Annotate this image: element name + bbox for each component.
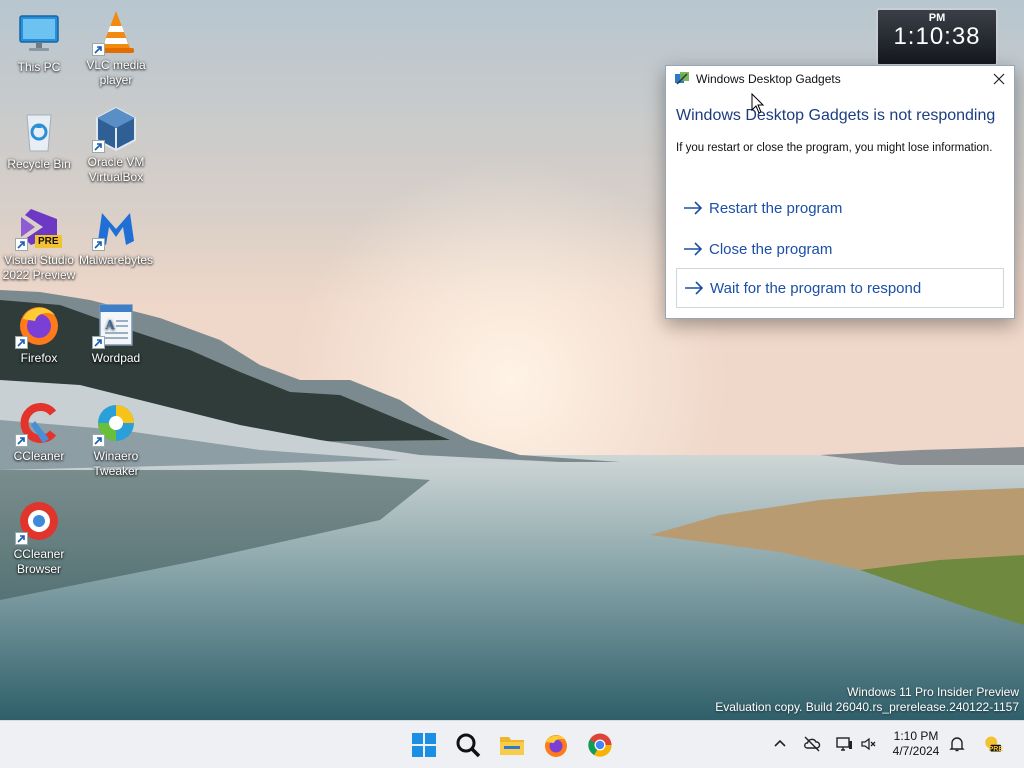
shortcut-arrow-icon (15, 434, 28, 447)
desktop-icon-virtualbox[interactable]: Oracle VM VirtualBox (77, 105, 155, 185)
desktop-icon-firefox[interactable]: Firefox (0, 301, 78, 366)
monitor-icon (15, 10, 63, 58)
shortcut-arrow-icon (15, 532, 28, 545)
gadgets-app-icon (674, 71, 690, 87)
pre-badge-text: PRE (988, 746, 1003, 753)
malwarebytes-icon (92, 203, 140, 251)
vlc-cone-icon (92, 8, 140, 56)
shortcut-arrow-icon (92, 43, 105, 56)
close-program-button[interactable]: Close the program (676, 230, 1004, 268)
network-icon (836, 737, 852, 751)
desktop-icon-label: Visual Studio 2022 Preview (2, 253, 76, 282)
file-explorer-button[interactable] (496, 729, 528, 761)
taskbar: 1:10 PM 4/7/2024 PRE (0, 720, 1024, 768)
desktop-icon-label: Wordpad (91, 351, 141, 365)
arrow-right-icon (684, 242, 703, 256)
speaker-muted-icon (861, 737, 876, 751)
close-icon (993, 73, 1005, 85)
chrome-icon (588, 733, 612, 757)
shortcut-arrow-icon (15, 238, 28, 251)
desktop-icon-winaero-tweaker[interactable]: Winaero Tweaker (77, 399, 155, 479)
dialog-close-button[interactable] (984, 66, 1014, 92)
shortcut-arrow-icon (92, 434, 105, 447)
recycle-bin-icon (15, 107, 63, 155)
desktop-icon-label: Firefox (20, 351, 58, 365)
virtualbox-cube-icon (92, 105, 140, 153)
desktop-icon-label: Winaero Tweaker (93, 449, 139, 478)
shortcut-arrow-icon (92, 140, 105, 153)
clock-gadget-time: 1:10:38 (893, 23, 981, 50)
watermark-edition: Windows 11 Pro Insider Preview (847, 685, 1019, 699)
chrome-taskbar-button[interactable] (584, 729, 616, 761)
start-button[interactable] (408, 729, 440, 761)
search-button[interactable] (452, 729, 484, 761)
search-icon (456, 733, 481, 758)
file-explorer-icon (500, 737, 524, 755)
firefox-icon (15, 301, 63, 349)
wordpad-icon: A (92, 301, 140, 349)
desktop-icon-wordpad[interactable]: A Wordpad (77, 301, 155, 366)
shortcut-arrow-icon (92, 238, 105, 251)
dialog-heading: Windows Desktop Gadgets is not respondin… (676, 107, 996, 124)
chevron-up-icon (774, 739, 786, 747)
start-icon (412, 733, 436, 757)
evaluation-watermark: Windows 11 Pro Insider Preview Evaluatio… (715, 685, 1019, 715)
desktop-icon-recycle-bin[interactable]: Recycle Bin (0, 107, 78, 172)
ccleaner-icon (15, 399, 63, 447)
wait-for-program-button[interactable]: Wait for the program to respond (676, 268, 1004, 308)
desktop-icon-malwarebytes[interactable]: Malwarebytes (77, 203, 155, 268)
taskbar-clock[interactable]: 1:10 PM 4/7/2024 (884, 729, 948, 759)
arrow-right-icon (685, 281, 704, 295)
mouse-pointer-icon (751, 93, 765, 114)
desktop-icon-this-pc[interactable]: This PC (0, 10, 78, 75)
ccleaner-browser-icon (15, 497, 63, 545)
option-label: Restart the program (709, 199, 843, 217)
clock-gadget[interactable]: PM 1:10:38 (876, 8, 998, 66)
desktop-icon-label: CCleaner (13, 449, 65, 463)
arrow-right-icon (684, 201, 703, 215)
desktop-icon-label: Malwarebytes (78, 253, 154, 267)
desktop-icon-label: This PC (17, 60, 61, 74)
option-label: Wait for the program to respond (710, 279, 922, 297)
dialog-message: If you restart or close the program, you… (676, 142, 993, 154)
option-label: Close the program (709, 240, 833, 258)
not-responding-dialog: Windows Desktop Gadgets Windows Desktop … (665, 65, 1015, 319)
shortcut-arrow-icon (92, 336, 105, 349)
desktop-icon-ccleaner[interactable]: CCleaner (0, 399, 78, 464)
watermark-build: Evaluation copy. Build 26040.rs_prerelea… (715, 700, 1019, 714)
cloud-off-icon (804, 736, 821, 752)
pre-badge: PRE (35, 235, 62, 248)
network-tray-button[interactable] (833, 733, 855, 755)
desktop-icon-label: CCleaner Browser (13, 547, 65, 576)
insider-pre-tray-button[interactable]: PRE (980, 732, 1004, 756)
shortcut-arrow-icon (15, 336, 28, 349)
desktop-icon-label: VLC media player (86, 58, 146, 87)
dialog-titlebar[interactable]: Windows Desktop Gadgets (666, 66, 1014, 92)
bell-icon (949, 737, 965, 752)
desktop-icon-vlc[interactable]: VLC media player (77, 8, 155, 88)
visual-studio-icon: PRE (15, 203, 63, 251)
winaero-tweaker-icon (92, 399, 140, 447)
firefox-icon (545, 735, 567, 757)
restart-program-button[interactable]: Restart the program (676, 189, 1004, 227)
desktop-icon-label: Recycle Bin (7, 157, 71, 171)
taskbar-time: 1:10 PM (893, 729, 939, 743)
dialog-title: Windows Desktop Gadgets (696, 72, 841, 86)
taskbar-date: 4/7/2024 (892, 744, 940, 758)
desktop-icon-visual-studio[interactable]: PRE Visual Studio 2022 Preview (0, 203, 78, 283)
firefox-taskbar-button[interactable] (540, 729, 572, 761)
desktop-icon-label: Oracle VM VirtualBox (87, 155, 145, 184)
svg-text:A: A (105, 318, 116, 333)
onedrive-tray-button[interactable] (801, 733, 823, 755)
show-hidden-icons-button[interactable] (769, 733, 791, 755)
notifications-button[interactable] (946, 733, 968, 755)
volume-tray-button[interactable] (858, 733, 880, 755)
desktop-icon-ccleaner-browser[interactable]: CCleaner Browser (0, 497, 78, 577)
